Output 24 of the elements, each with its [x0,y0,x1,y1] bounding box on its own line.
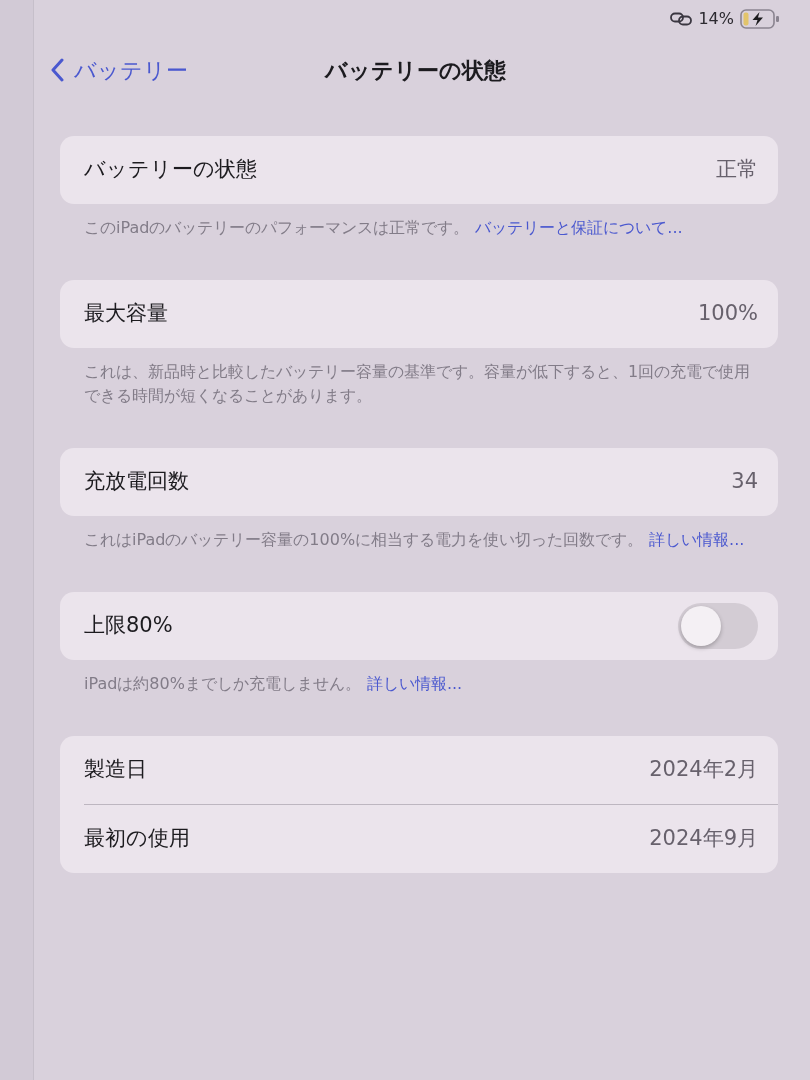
section-footer-text: iPadは約80%までしか充電しません。 詳しい情報... [83,673,464,695]
more-info-link[interactable]: 詳しい情報... [366,674,463,693]
section-footer-text: これはiPadのバッテリー容量の100%に相当する電力を使い切った回数です。 詳しい情報... [83,529,746,551]
row-value: 2024年9月 [649,825,758,853]
row-label: 上限80% [84,612,173,640]
battery-percent: 14% [698,8,734,30]
more-info-link[interactable]: バッテリーと保証について... [475,218,683,237]
row-label: 製造日 [84,756,147,784]
row-label: 最初の使用 [84,825,190,853]
section-footer-text: このiPadのバッテリーのパフォーマンスは正常です。 バッテリーと保証について... [83,217,684,239]
page-title: バッテリーの状態 [324,56,506,85]
row-value: 正常 [716,156,758,184]
chevron-left-icon [50,58,64,82]
row-label: 最大容量 [84,300,168,328]
row-value: 100% [697,300,758,328]
toggle-switch[interactable] [678,603,758,649]
row-label: 充放電回数 [84,468,189,496]
link-icon [670,12,693,26]
section-footer-text: これは、新品時と比較したバッテリー容量の基準です。容量が低下すると、1回の充電で使用できる時間が短くなることがあります。 [83,361,752,407]
row-value: 2024年2月 [649,756,758,784]
back-button[interactable]: バッテリー [50,53,188,87]
row-label: バッテリーの状態 [84,156,257,184]
more-info-link[interactable]: 詳しい情報... [649,530,745,549]
row-value: 34 [731,468,758,496]
